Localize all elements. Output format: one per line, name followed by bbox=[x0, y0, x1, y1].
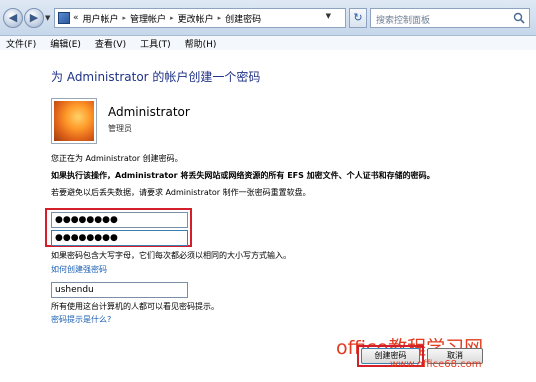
back-arrow-icon: ◀ bbox=[8, 11, 18, 24]
breadcrumb-change-account[interactable]: 更改帐户 bbox=[177, 12, 215, 25]
breadcrumb-manage-accounts[interactable]: 管理帐户 bbox=[129, 12, 167, 25]
page-title: 为 Administrator 的帐户创建一个密码 bbox=[51, 70, 261, 84]
confirm-password-field[interactable]: ●●●●●●●● bbox=[51, 230, 188, 246]
forward-button[interactable]: ▶ bbox=[24, 8, 44, 28]
menu-file[interactable]: 文件(F) bbox=[6, 37, 36, 50]
breadcrumb-user-accounts[interactable]: 用户帐户 bbox=[82, 12, 120, 25]
search-input[interactable]: 搜索控制面板 bbox=[370, 8, 530, 28]
address-bar: ◀ ▶ ▼ « 用户帐户 ▸ 管理帐户 ▸ 更改帐户 ▸ 创建密码 ▼ ↻ 搜索… bbox=[0, 0, 536, 36]
password-hint-field[interactable]: ushendu bbox=[51, 282, 188, 298]
breadcrumb[interactable]: « 用户帐户 ▸ 管理帐户 ▸ 更改帐户 ▸ 创建密码 ▼ bbox=[54, 8, 346, 28]
breadcrumb-separator-icon[interactable]: ▸ bbox=[218, 14, 222, 22]
forward-arrow-icon: ▶ bbox=[29, 11, 39, 24]
watermark-url: www.office68.com bbox=[390, 359, 482, 370]
hint-note: 所有使用这台计算机的人都可以看见密码提示。 bbox=[51, 302, 219, 311]
menu-view[interactable]: 查看(V) bbox=[95, 37, 126, 50]
breadcrumb-separator-icon[interactable]: ▸ bbox=[123, 14, 127, 22]
address-dropdown-icon[interactable]: ▼ bbox=[326, 12, 331, 20]
info-text: 您正在为 Administrator 创建密码。 bbox=[51, 154, 183, 163]
warning-text: 如果执行该操作，Administrator 将丢失网站或网络资源的所有 EFS … bbox=[51, 171, 435, 180]
menu-help[interactable]: 帮助(H) bbox=[185, 37, 217, 50]
menu-bar: 文件(F) 编辑(E) 查看(V) 工具(T) 帮助(H) bbox=[0, 36, 536, 50]
refresh-button[interactable]: ↻ bbox=[349, 8, 367, 28]
advice-text: 若要避免以后丢失数据，请要求 Administrator 制作一张密码重置软盘。 bbox=[51, 188, 311, 197]
password-hint-help-link[interactable]: 密码提示是什么? bbox=[51, 314, 111, 325]
back-button[interactable]: ◀ bbox=[3, 8, 23, 28]
search-placeholder: 搜索控制面板 bbox=[376, 16, 431, 26]
case-note: 如果密码包含大写字母，它们每次都必须以相同的大小写方式输入。 bbox=[51, 251, 291, 260]
avatar bbox=[51, 98, 97, 144]
menu-edit[interactable]: 编辑(E) bbox=[50, 37, 81, 50]
breadcrumb-separator-icon[interactable]: ▸ bbox=[170, 14, 174, 22]
strong-password-link[interactable]: 如何创建强密码 bbox=[51, 264, 107, 275]
account-name: Administrator bbox=[108, 105, 190, 119]
control-panel-icon bbox=[58, 12, 70, 24]
flower-picture-icon bbox=[54, 101, 94, 141]
breadcrumb-create-password[interactable]: 创建密码 bbox=[224, 12, 262, 25]
breadcrumb-overflow-chevron[interactable]: « bbox=[73, 13, 79, 23]
new-password-field[interactable]: ●●●●●●●● bbox=[51, 212, 188, 228]
menu-tools[interactable]: 工具(T) bbox=[140, 37, 171, 50]
account-role: 管理员 bbox=[108, 124, 132, 133]
search-icon[interactable] bbox=[513, 12, 525, 24]
refresh-icon: ↻ bbox=[353, 11, 363, 24]
recent-pages-dropdown-icon[interactable]: ▼ bbox=[45, 14, 50, 22]
footer: office教程学习网 创建密码 取消 www.office68.com bbox=[0, 329, 536, 382]
main-content: 为 Administrator 的帐户创建一个密码 Administrator … bbox=[0, 50, 536, 382]
